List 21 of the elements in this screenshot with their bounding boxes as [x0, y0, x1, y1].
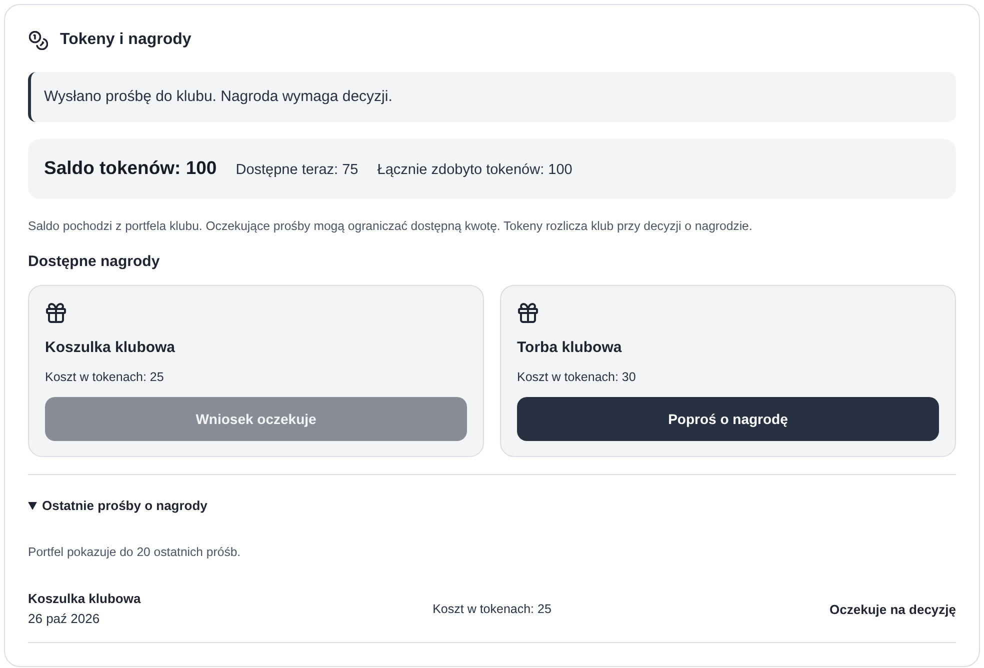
info-alert: Wysłano prośbę do klubu. Nagroda wymaga decyzji.	[28, 72, 956, 122]
balance-note: Saldo pochodzi z portfela klubu. Oczekujące prośby mogą ograniczać dostępną kwotę. Tokeny rozlicza klub przy decyzji o nagrodzie.	[28, 218, 754, 235]
request-status: Oczekuje na decyzję	[830, 602, 956, 616]
history-note: Portfel pokazuje do 20 ostatnich próśb.	[28, 544, 242, 561]
request-date: 26 paź 2026	[28, 610, 100, 628]
request-cost: Koszt w tokenach: 25	[432, 602, 552, 616]
request-name: Koszulka klubowa	[28, 590, 141, 608]
balance-label: Saldo tokenów: 100	[44, 156, 217, 180]
request-button[interactable]: Poproś o nagrodę	[517, 397, 939, 441]
reward-name: Koszulka klubowa	[45, 338, 176, 358]
reward-cost: Koszt w tokenach: 30	[517, 369, 637, 386]
reward-name: Torba klubowa	[517, 338, 623, 358]
rewards-heading: Dostępne nagrody	[28, 252, 161, 272]
panel-title: Tokeny i nagrody	[60, 30, 192, 50]
total-earned-label: Łącznie zdobyto tokenów: 100	[377, 161, 572, 180]
gift-icon	[518, 303, 538, 323]
history-toggle[interactable]: Ostatnie prośby o nagrody	[28, 496, 208, 516]
coins-icon	[29, 30, 48, 50]
available-label: Dostępne teraz: 75	[236, 161, 358, 180]
gift-icon	[46, 303, 66, 323]
reward-cost: Koszt w tokenach: 25	[45, 369, 165, 386]
